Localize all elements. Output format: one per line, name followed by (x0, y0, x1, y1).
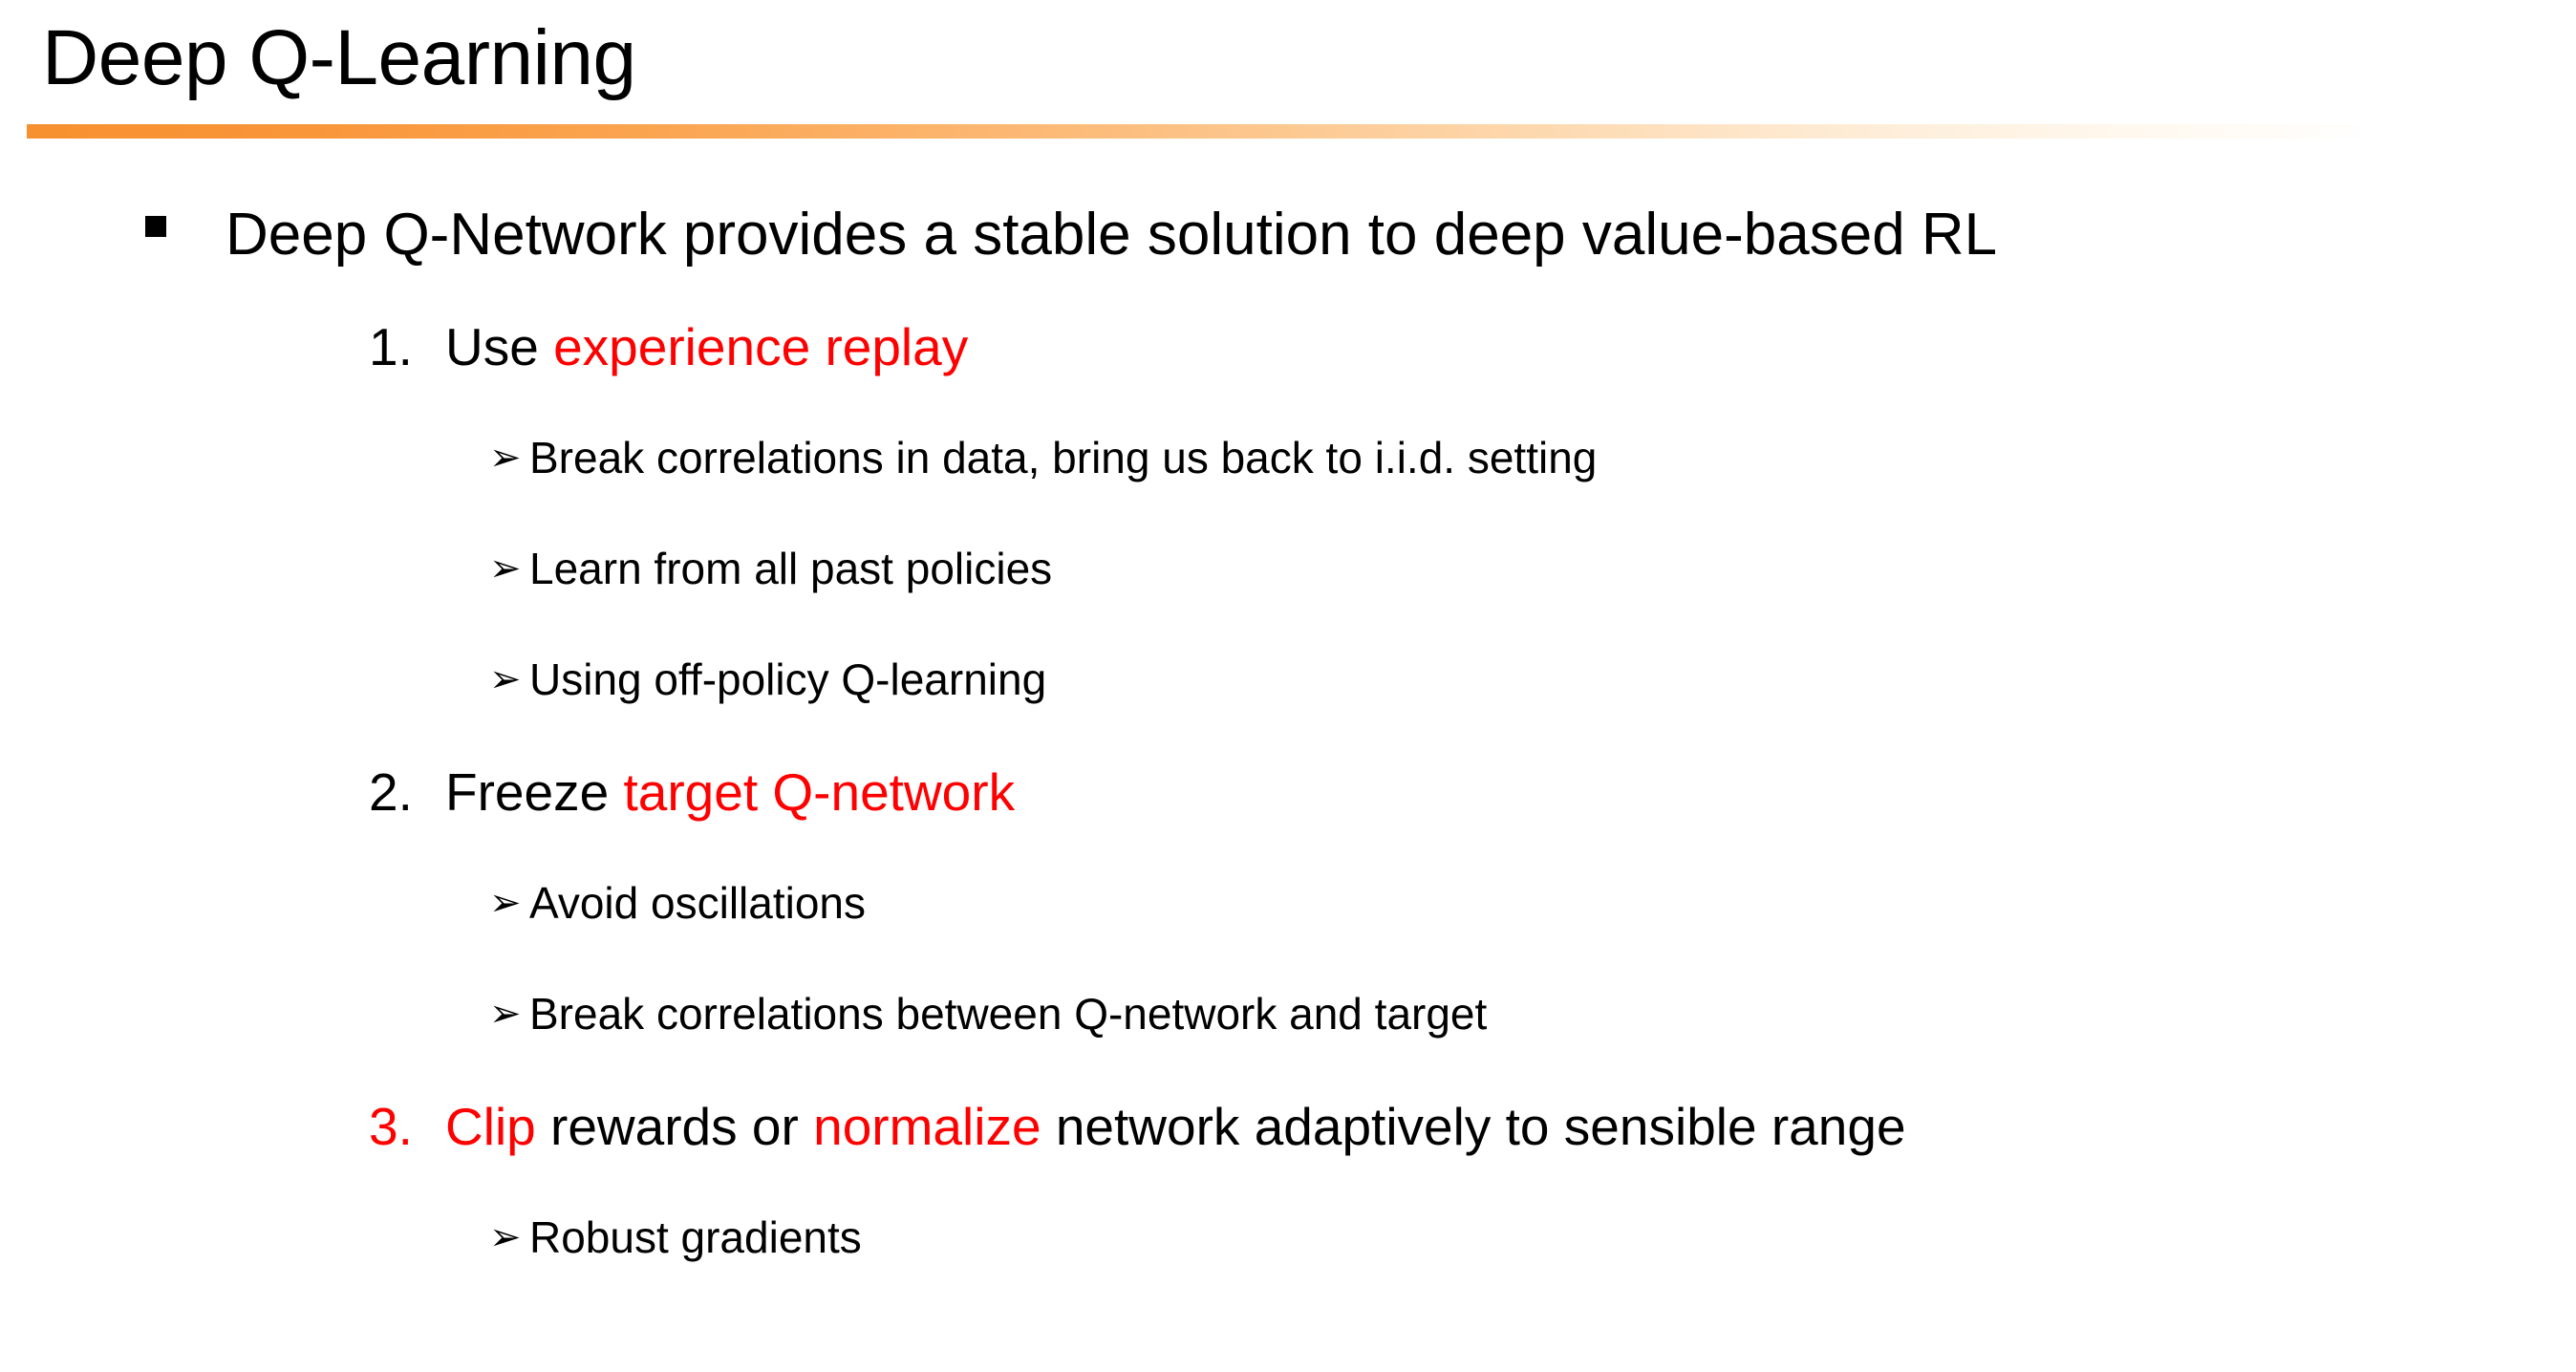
numbered-item: 3. Clip rewards or normalize network adap… (0, 1080, 2576, 1192)
highlighted-term: normalize (813, 1097, 1041, 1156)
numbered-item-marker: 1. (369, 317, 413, 376)
numbered-list: 1. Use experience replay ➢ Break correlatio… (0, 300, 2576, 1303)
numbered-item-marker: 2. (369, 762, 413, 822)
numbered-item-label: Freeze target Q-network (445, 745, 1015, 839)
arrow-bullet-icon: ➢ (489, 993, 522, 1035)
square-bullet-icon (145, 187, 225, 283)
arrow-bullet-icon: ➢ (489, 882, 522, 924)
numbered-item-label: Use experience replay (445, 300, 968, 394)
numbered-item-label: Clip rewards or normalize network adapti… (445, 1080, 1906, 1173)
arrow-bullet-icon: ➢ (489, 658, 522, 700)
highlighted-term: Clip (445, 1097, 536, 1156)
sub-bullet-label: Learn from all past policies (529, 544, 1053, 593)
plain-text: Freeze (445, 762, 624, 822)
arrow-bullet-icon: ➢ (489, 437, 522, 479)
main-bullet: Deep Q-Network provides a stable solutio… (0, 187, 2576, 300)
numbered-item-marker: 3. (369, 1097, 413, 1156)
plain-text: Use (445, 317, 554, 376)
arrow-bullet-icon: ➢ (489, 1216, 522, 1258)
title-block: Deep Q-Learning (0, 0, 2576, 153)
sub-bullet-label: Robust gradients (529, 1212, 862, 1262)
highlighted-term: experience replay (553, 317, 969, 376)
sub-bullet: ➢ Learn from all past policies (0, 524, 2576, 634)
sub-bullet-label: Avoid oscillations (529, 878, 867, 928)
sub-bullet: ➢ Break correlations between Q-network an… (0, 969, 2576, 1080)
sub-bullet-label: Using off-policy Q-learning (529, 654, 1047, 704)
plain-text: rewards or (535, 1097, 814, 1156)
sub-bullet-label: Break correlations in data, bring us bac… (529, 433, 1598, 482)
plain-text: network adaptively to sensible range (1041, 1097, 1906, 1156)
sub-bullet: ➢ Robust gradients (0, 1192, 2576, 1303)
sub-bullet-label: Break correlations between Q-network and… (529, 989, 1488, 1039)
main-bullet-label: Deep Q-Network provides a stable solutio… (225, 202, 1998, 268)
highlighted-term: target Q-network (623, 762, 1016, 822)
slide: Deep Q-Learning Deep Q-Network provides … (0, 0, 2576, 1372)
arrow-bullet-icon: ➢ (489, 547, 522, 590)
numbered-item: 1. Use experience replay (0, 300, 2576, 413)
sub-bullet: ➢ Break correlations in data, bring us ba… (0, 413, 2576, 524)
page-title: Deep Q-Learning (42, 14, 636, 101)
sub-bullet: ➢ Avoid oscillations (0, 858, 2576, 969)
title-accent-rule (27, 124, 2377, 139)
slide-body: Deep Q-Network provides a stable solutio… (0, 187, 2576, 1303)
sub-bullet: ➢ Using off-policy Q-learning (0, 634, 2576, 745)
numbered-item: 2. Freeze target Q-network (0, 745, 2576, 858)
